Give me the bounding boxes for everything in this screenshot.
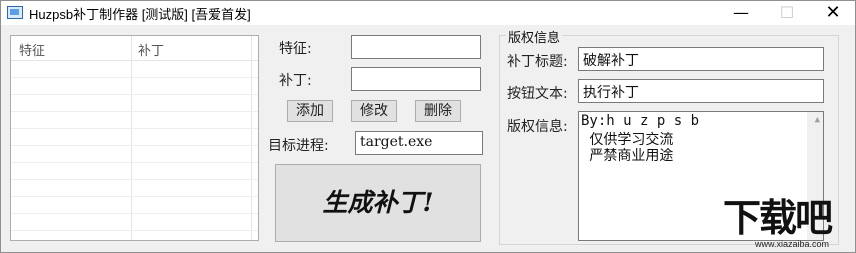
copyright-group-title: 版权信息 [506, 27, 563, 46]
grid-line [11, 179, 258, 180]
grid-line [11, 111, 258, 112]
copyright-line: By:h u z p s b [581, 113, 700, 129]
patch-table[interactable]: 特征 补丁 [10, 35, 259, 241]
grid-line [11, 213, 258, 214]
button-text-label: 按钮文本: [507, 86, 568, 102]
grid-line [11, 77, 258, 78]
watermark-logo: 下载吧 [723, 196, 833, 240]
grid-line [11, 196, 258, 197]
patch-input[interactable] [351, 67, 481, 91]
edit-button[interactable]: 修改 [351, 100, 397, 122]
add-button[interactable]: 添加 [287, 100, 333, 122]
patch-title-label: 补丁标题: [507, 54, 568, 70]
minimize-button[interactable]: — [718, 1, 764, 25]
column-divider [131, 36, 132, 240]
target-process-input[interactable]: target.exe [355, 131, 483, 155]
copyright-info-label: 版权信息: [507, 119, 568, 135]
column-header-patch[interactable]: 补丁 [138, 40, 164, 59]
delete-button[interactable]: 删除 [415, 100, 461, 122]
site-watermark: 下载吧 www.xiazaiba.com [721, 196, 855, 252]
watermark-url: www.xiazaiba.com [755, 239, 830, 249]
grid-line [11, 94, 258, 95]
maximize-button[interactable]: ☐ [764, 1, 810, 25]
patch-title-input[interactable]: 破解补丁 [578, 47, 824, 71]
feature-label: 特征: [279, 41, 312, 57]
app-window: Huzpsb补丁制作器 [测试版] [吾爱首发] — ☐ ✕ 特征 补丁 特征:… [0, 0, 856, 253]
target-process-label: 目标进程: [268, 138, 329, 154]
scroll-up-arrow-icon[interactable]: ▲ [815, 115, 820, 125]
patch-label: 补丁: [279, 73, 312, 89]
column-divider [251, 36, 252, 240]
generate-patch-button[interactable]: 生成补丁! [275, 164, 481, 242]
close-button[interactable]: ✕ [810, 1, 855, 25]
app-icon [7, 6, 23, 19]
table-header: 特征 补丁 [11, 36, 258, 61]
feature-input[interactable] [351, 35, 481, 59]
grid-line [11, 230, 258, 231]
title-bar[interactable]: Huzpsb补丁制作器 [测试版] [吾爱首发] — ☐ ✕ [1, 1, 855, 25]
grid-line [11, 145, 258, 146]
button-text-input[interactable]: 执行补丁 [578, 79, 824, 103]
column-header-feature[interactable]: 特征 [19, 40, 45, 59]
window-title: Huzpsb补丁制作器 [测试版] [吾爱首发] [29, 7, 251, 22]
grid-line [11, 162, 258, 163]
grid-line [11, 128, 258, 129]
copyright-line: 严禁商业用途 [581, 148, 674, 164]
